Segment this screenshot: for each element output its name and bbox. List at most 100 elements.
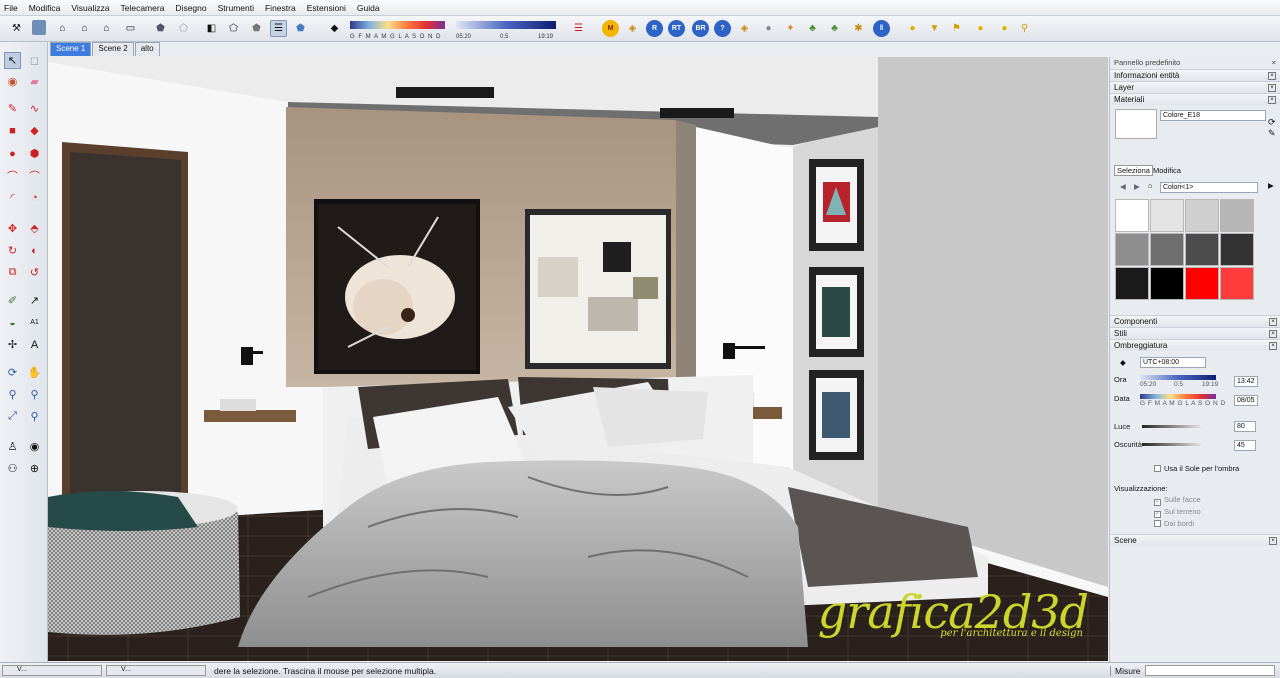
shadow-toggle-icon[interactable]: ◆ [1120,358,1126,367]
xray-icon[interactable]: ⬟ [152,20,169,37]
house-front-icon[interactable]: ⌂ [76,20,93,37]
date-slider[interactable] [1140,394,1216,399]
from-edges-checkbox[interactable]: Dai bordi [1154,519,1194,528]
section-styles[interactable]: Stili × [1110,327,1280,339]
close-section-icon[interactable]: × [1269,317,1277,326]
arc2-tool-icon[interactable]: ⌒ [26,167,43,184]
plugin-gear-icon[interactable]: ✱ [850,20,867,37]
plugin-plant-icon[interactable]: ♣ [826,20,843,37]
section-shadows[interactable]: Ombreggiatura × [1110,339,1280,351]
menu-help[interactable]: Guida [357,3,380,13]
dark-slider[interactable] [1142,443,1204,446]
swatch[interactable] [1220,199,1254,232]
zoom-tool-icon[interactable]: ⚲ [4,386,21,403]
monochrome-icon[interactable]: ☰ [270,20,287,37]
previous-view-icon[interactable]: ⚲ [26,408,43,425]
pause-button-icon[interactable]: ‖ [873,20,890,37]
swatch[interactable] [1150,199,1184,232]
swatch[interactable] [1115,199,1149,232]
section-entity-info[interactable]: Informazioni entità × [1110,69,1280,81]
tab-scene-1[interactable]: Scene 1 [50,42,92,56]
close-section-icon[interactable]: × [1268,71,1276,80]
close-section-icon[interactable]: × [1269,536,1277,545]
shadow-toggle-icon[interactable]: ⬟ [292,20,309,37]
dimension-tool-icon[interactable]: ↗ [26,292,43,309]
top-view-icon[interactable] [32,20,46,35]
offset-tool-icon[interactable]: ↺ [26,264,43,281]
tab-scene-2[interactable]: Scene 2 [92,42,134,56]
section-materials[interactable]: Materiali × [1110,93,1280,105]
select-tool-icon[interactable]: ↖ [4,52,21,69]
light-field[interactable]: 80 [1234,421,1256,432]
swatch[interactable] [1115,267,1149,300]
menu-file[interactable]: File [4,3,18,13]
swatch[interactable] [1185,233,1219,266]
hidden-line-icon[interactable]: ◧ [203,20,220,37]
close-section-icon[interactable]: × [1269,341,1277,350]
plugin-tag-icon[interactable]: ◈ [736,20,753,37]
axes-tool-icon[interactable]: ✢ [4,336,21,353]
section-scenes[interactable]: Scene × [1110,534,1280,546]
menu-edit[interactable]: Modifica [29,3,61,13]
menu-view[interactable]: Visualizza [71,3,109,13]
swatch[interactable] [1185,199,1219,232]
help-button-icon[interactable]: ? [714,20,731,37]
rotate-tool-icon[interactable]: ↻ [4,242,21,259]
swatch[interactable] [1115,233,1149,266]
rt-button-icon[interactable]: RT [668,20,685,37]
home-library-icon[interactable]: ⌂ [1148,181,1153,190]
home-icon[interactable]: ⌂ [54,20,71,37]
br-button-icon[interactable]: BR [692,20,709,37]
close-tray-icon[interactable]: × [1272,58,1276,68]
menu-extensions[interactable]: Estensioni [307,3,346,13]
flag-light-icon[interactable]: ⚑ [948,20,965,37]
iso-view-icon[interactable]: ⚒ [8,20,25,37]
model-viewport[interactable]: grafica2d3d per l'architettura e il desi… [48,57,1108,661]
light-bulb-icon[interactable]: ● [972,20,989,37]
forward-icon[interactable]: ▶ [1134,182,1140,191]
arc-tool-icon[interactable]: ⌒ [4,167,21,184]
date-field[interactable]: 08/05 [1234,395,1258,406]
shaded-texture-icon[interactable]: ⬟ [248,20,265,37]
time-slider[interactable] [1140,375,1216,380]
pan-tool-icon[interactable]: ✋ [26,364,43,381]
taskbar-item-1[interactable]: V... [2,665,102,676]
swatch[interactable] [1220,267,1254,300]
menu-window[interactable]: Finestra [265,3,296,13]
eraser-icon[interactable]: ▰ [26,73,43,90]
line-tool-icon[interactable]: ✎ [4,100,21,117]
swatch[interactable] [1150,233,1184,266]
polygon-tool-icon[interactable]: ⬢ [26,145,43,162]
toolbar-month-slider[interactable] [350,21,445,29]
walk-tool-icon[interactable]: ⚇ [4,460,21,477]
menu-tools[interactable]: Strumenti [218,3,254,13]
3d-text-icon[interactable]: A [26,336,43,353]
material-name-field[interactable]: Colore_E18 [1160,110,1266,121]
plugin-arrows-icon[interactable]: ✦ [782,20,799,37]
section-plane-icon[interactable]: ⊕ [26,460,43,477]
light-sphere-icon[interactable]: ● [904,20,921,37]
swatch[interactable] [1150,267,1184,300]
plugin-sphere-icon[interactable]: ● [760,20,777,37]
on-faces-checkbox[interactable]: ✓ Sulle facce [1154,495,1201,506]
zoom-window-icon[interactable]: ⚲ [26,386,43,403]
circle-tool-icon[interactable]: ● [4,145,21,162]
rectangle-tool-icon[interactable]: ■ [4,122,21,139]
back-icon[interactable]: ◀ [1120,182,1126,191]
follow-me-icon[interactable]: ◐ [26,242,43,259]
house-right-icon[interactable]: ⌂ [98,20,115,37]
measure-input[interactable] [1145,665,1275,676]
m-button-icon[interactable]: M [602,20,619,37]
component-tool-icon[interactable]: ◻ [26,52,43,69]
text-tool-icon[interactable]: A1 [26,314,43,331]
swatch[interactable] [1185,267,1219,300]
plugin-tree-icon[interactable]: ♣ [804,20,821,37]
shadow-settings-icon[interactable]: ◆ [326,20,343,37]
sample-paint-icon[interactable]: ✎ [1268,128,1276,139]
tab-select[interactable]: Seleziona [1114,165,1153,176]
toolbar-time-slider[interactable] [456,21,556,29]
swatch[interactable] [1220,233,1254,266]
position-camera-icon[interactable]: ♙ [4,438,21,455]
orbit-tool-icon[interactable]: ⟳ [4,364,21,381]
shaded-icon[interactable]: ⬠ [225,20,242,37]
